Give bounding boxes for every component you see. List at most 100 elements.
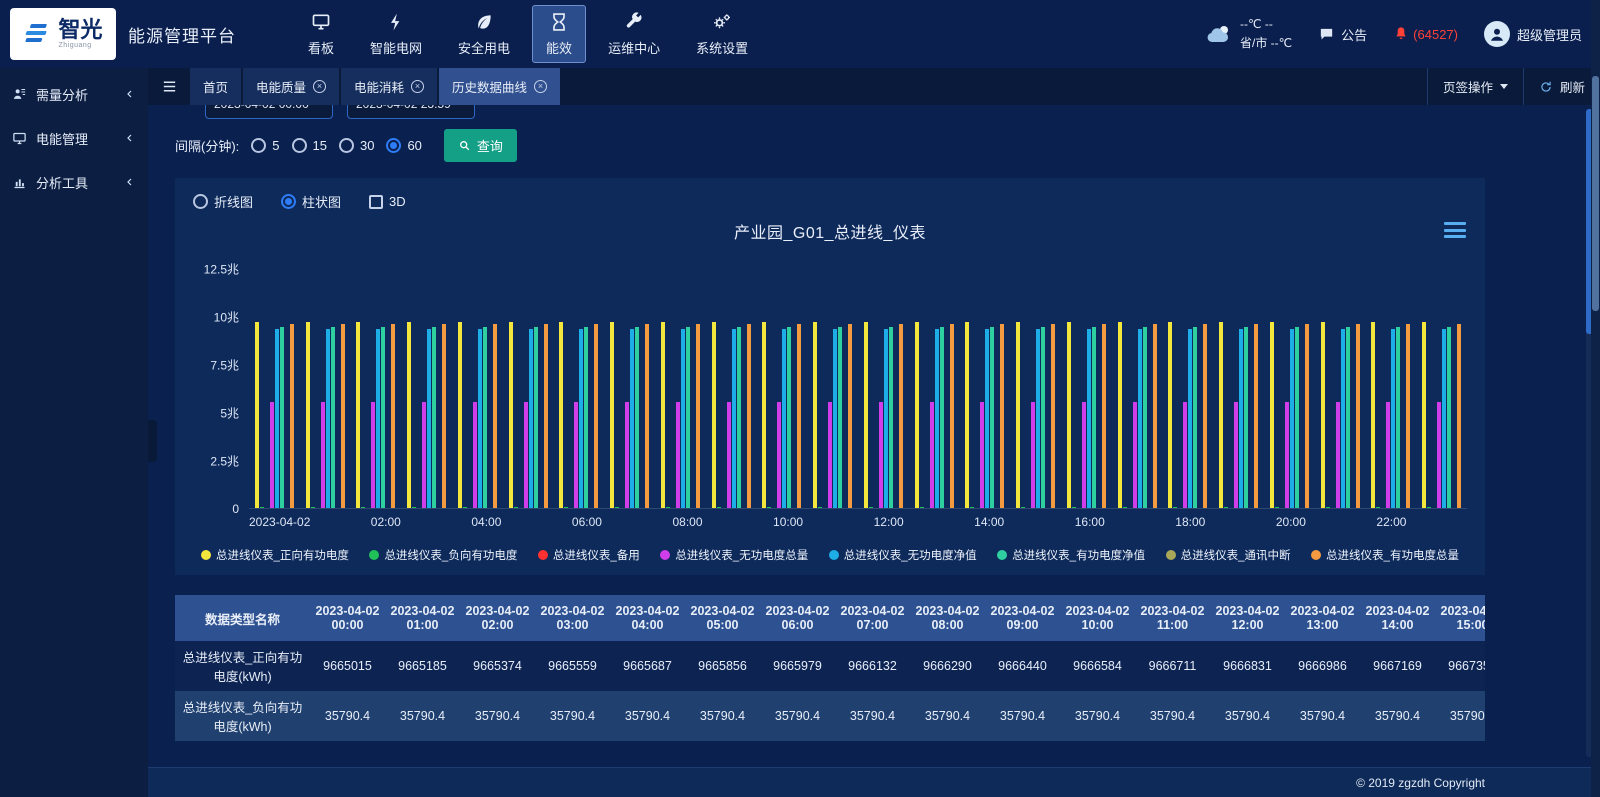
sidebar-collapse-handle[interactable] (148, 420, 157, 462)
refresh-button[interactable]: 刷新 (1523, 68, 1600, 105)
radio-icon[interactable] (339, 138, 354, 153)
table-cell: 35790.4 (385, 691, 460, 741)
legend-item[interactable]: 总进线仪表_有功电度净值 (997, 547, 1145, 563)
x-tick-label: 16:00 (1065, 515, 1115, 529)
window-scrollbar[interactable] (1591, 0, 1600, 797)
bar (564, 507, 568, 508)
interval-option-5[interactable]: 5 (251, 138, 279, 153)
end-date-input[interactable]: 2023-04-02 23:59 (347, 105, 475, 119)
bar (899, 324, 903, 508)
close-icon[interactable] (313, 80, 326, 93)
legend-item[interactable]: 总进线仪表_无功电度净值 (829, 547, 977, 563)
nav-item-safe-power[interactable]: 安全用电 (444, 5, 524, 63)
close-icon[interactable] (534, 80, 547, 93)
sidebar-item-demand-analysis[interactable]: 需量分析 (0, 72, 148, 116)
interval-option-30[interactable]: 30 (339, 138, 374, 153)
footer: © 2019 zgzdh Copyright (148, 767, 1600, 797)
notice-button[interactable]: 公告 (1318, 25, 1367, 44)
bar (458, 322, 462, 508)
bar (442, 324, 446, 508)
window-scrollbar-thumb[interactable] (1592, 76, 1599, 311)
nav-item-system-settings[interactable]: 系统设置 (682, 5, 762, 63)
tab-operations-dropdown[interactable]: 页签操作 (1427, 68, 1523, 105)
x-tick-label: 10:00 (763, 515, 813, 529)
bar (1396, 327, 1400, 508)
radio-icon[interactable] (251, 138, 266, 153)
legend-dot-icon (829, 550, 839, 560)
radio-icon[interactable] (292, 138, 307, 153)
interval-option-15[interactable]: 15 (292, 138, 327, 153)
legend-item[interactable]: 总进线仪表_通讯中断 (1166, 547, 1291, 563)
legend-item[interactable]: 总进线仪表_无功电度总量 (660, 547, 808, 563)
bar (879, 402, 883, 508)
x-tick-label: 22:00 (1366, 515, 1416, 529)
tab-energy-consumption[interactable]: 电能消耗 (341, 68, 437, 105)
bolt-icon (386, 12, 406, 32)
table-header-cell: 2023-04-02 15:00 (1435, 595, 1485, 641)
bar (270, 402, 274, 508)
alarm-button[interactable]: (64527) (1393, 26, 1458, 42)
radio-checked-icon[interactable] (386, 138, 401, 153)
table-cell: 9665374 (460, 641, 535, 691)
sidebar-item-energy-management[interactable]: 电能管理 (0, 116, 148, 160)
chart-export-menu-icon[interactable] (1443, 220, 1467, 240)
start-date-input[interactable]: 2023-04-02 00:00 (205, 105, 333, 119)
chat-bubble-icon (1318, 26, 1335, 43)
monitor-icon (12, 131, 27, 146)
bar (1285, 402, 1289, 508)
table-cell: 35790.4 (460, 691, 535, 741)
table-header-cell: 2023-04-02 07:00 (835, 595, 910, 641)
checkbox-icon[interactable] (369, 195, 383, 209)
nav-item-energy-efficiency[interactable]: 能效 (532, 5, 586, 63)
hamburger-icon[interactable] (148, 68, 190, 105)
bar (787, 327, 791, 508)
bar (584, 327, 588, 508)
legend-label: 总进线仪表_负向有功电度 (384, 547, 517, 563)
tab-label: 电能消耗 (354, 77, 404, 96)
bar-group (1112, 269, 1163, 508)
logo-text-cn: 智光 (58, 17, 102, 42)
x-tick-label (612, 515, 662, 529)
x-tick-label: 18:00 (1165, 515, 1215, 529)
chart-3d-option[interactable]: 3D (369, 194, 406, 209)
bar (676, 402, 680, 508)
legend-item[interactable]: 总进线仪表_负向有功电度 (369, 547, 517, 563)
table-cell: 35790.4 (835, 691, 910, 741)
legend-item[interactable]: 总进线仪表_备用 (538, 547, 640, 563)
x-tick-label: 04:00 (461, 515, 511, 529)
bar (920, 507, 924, 508)
sidebar-item-analysis-tools[interactable]: 分析工具 (0, 160, 148, 204)
table-cell: 9665559 (535, 641, 610, 691)
user-menu[interactable]: 超级管理员 (1484, 21, 1582, 47)
bar (1082, 402, 1086, 508)
y-tick-label: 0 (232, 502, 239, 516)
chart-type-line-option[interactable]: 折线图 (193, 192, 253, 211)
legend-item[interactable]: 总进线仪表_有功电度总量 (1311, 547, 1459, 563)
interval-option-60[interactable]: 60 (386, 138, 421, 153)
radio-checked-icon[interactable] (281, 194, 296, 209)
chart-type-bar-option[interactable]: 柱状图 (281, 192, 341, 211)
tab-home[interactable]: 首页 (190, 68, 241, 105)
page-content: 2023-04-02 00:00 2023-04-02 23:59 间隔(分钟)… (148, 105, 1600, 767)
legend-item[interactable]: 总进线仪表_正向有功电度 (201, 547, 349, 563)
bar (1118, 322, 1122, 508)
nav-item-dashboard[interactable]: 看板 (294, 5, 348, 63)
bar (1406, 324, 1410, 508)
nav-item-ops-center[interactable]: 运维中心 (594, 5, 674, 63)
weather-widget[interactable]: --℃ -- 省/市 --℃ (1204, 15, 1292, 52)
radio-icon[interactable] (193, 194, 208, 209)
table-cell: 35790.4 (610, 691, 685, 741)
interval-label: 间隔(分钟): (175, 136, 239, 155)
bar (361, 507, 365, 508)
close-icon[interactable] (411, 80, 424, 93)
query-button[interactable]: 查询 (444, 129, 517, 162)
chart-legend: 总进线仪表_正向有功电度 总进线仪表_负向有功电度 总进线仪表_备用 总进线仪表_无功… (193, 547, 1467, 563)
nav-item-smart-grid[interactable]: 智能电网 (356, 5, 436, 63)
tab-power-quality[interactable]: 电能质量 (243, 68, 339, 105)
bar (661, 322, 665, 508)
interval-filter-row: 间隔(分钟): 5 15 30 60 (175, 129, 1600, 162)
bar (965, 322, 969, 508)
tab-history-data-curve[interactable]: 历史数据曲线 (439, 68, 560, 105)
chart-title: 产业园_G01_总进线_仪表 (193, 219, 1467, 243)
wrench-icon (624, 12, 644, 32)
